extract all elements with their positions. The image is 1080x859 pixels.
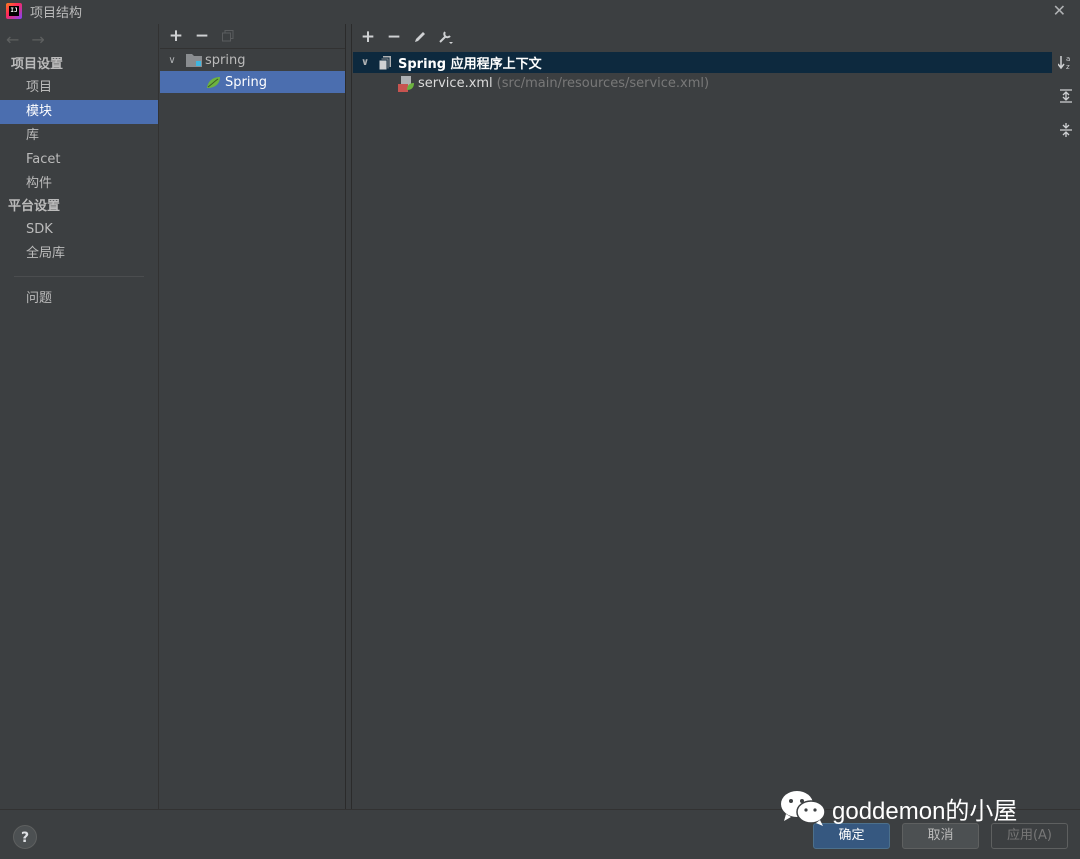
section-platform-settings: 平台设置: [8, 199, 61, 214]
splitter[interactable]: [347, 24, 352, 809]
module-folder-icon: [186, 53, 202, 67]
side-toolbar: az: [1056, 54, 1076, 142]
module-toolbar: + −: [160, 24, 345, 48]
collapse-all-icon[interactable]: [1058, 122, 1074, 142]
config-file-path: (src/main/resources/service.xml): [496, 76, 710, 91]
spring-xml-file-icon: [398, 75, 414, 92]
tree-node-spring-facet[interactable]: Spring: [160, 71, 345, 93]
svg-text:a: a: [1066, 55, 1070, 63]
facet-label: Spring: [225, 74, 267, 90]
sidebar-item-problems[interactable]: 问题: [0, 287, 158, 311]
title-bar: IJ 项目结构 ✕: [0, 0, 1080, 22]
sidebar-item-modules[interactable]: 模块: [0, 100, 158, 124]
sidebar-item-artifacts[interactable]: 构件: [0, 172, 158, 196]
context-title: Spring 应用程序上下文: [398, 57, 542, 72]
tree-node-spring-module[interactable]: ∨ spring: [160, 49, 345, 71]
forward-arrow-icon[interactable]: →: [31, 30, 44, 49]
edit-pencil-icon[interactable]: [412, 29, 428, 45]
intellij-app-icon: IJ: [6, 3, 22, 19]
copy-icon[interactable]: [220, 28, 236, 44]
watermark: goddemon的小屋: [780, 788, 1017, 828]
divider: [14, 276, 144, 277]
module-tree: ∨ spring Spring: [160, 48, 345, 93]
module-panel: + − ∨ spring Spring: [160, 24, 346, 809]
chevron-down-icon[interactable]: ∨: [359, 57, 371, 68]
sidebar-item-sdk[interactable]: SDK: [0, 218, 158, 242]
section-project-settings: 项目设置: [11, 57, 64, 72]
window-title: 项目结构: [30, 5, 83, 21]
add-icon[interactable]: +: [168, 26, 184, 46]
history-nav: ← →: [0, 24, 158, 54]
wrench-dropdown-icon[interactable]: [438, 29, 454, 45]
spring-leaf-icon: [206, 76, 221, 89]
expand-all-icon[interactable]: [1058, 88, 1074, 108]
svg-text:z: z: [1066, 63, 1070, 70]
settings-sidebar: ← → 项目设置 项目 模块 库 Facet 构件 平台设置 SDK 全局库 问…: [0, 24, 159, 809]
help-button[interactable]: ?: [13, 825, 37, 849]
remove-icon[interactable]: −: [194, 26, 210, 46]
chevron-down-icon[interactable]: ∨: [166, 55, 178, 66]
tree-node-config-file[interactable]: service.xml (src/main/resources/service.…: [353, 73, 1052, 94]
sidebar-item-global-libraries[interactable]: 全局库: [0, 242, 158, 266]
sidebar-item-libraries[interactable]: 库: [0, 124, 158, 148]
close-icon[interactable]: ✕: [1053, 1, 1066, 20]
watermark-text: goddemon的小屋: [832, 797, 1018, 825]
sort-alphabetically-icon[interactable]: az: [1057, 54, 1074, 74]
sidebar-item-project[interactable]: 项目: [0, 76, 158, 100]
wechat-logo-icon: [780, 789, 826, 827]
context-toolbar: + −: [353, 24, 1080, 50]
sidebar-item-facets[interactable]: Facet: [0, 148, 158, 172]
module-label: spring: [205, 52, 246, 68]
context-tree: ∨ Spring 应用程序上下文 service.xml (src/main/r…: [353, 52, 1052, 94]
remove-icon[interactable]: −: [386, 27, 402, 47]
config-file-name: service.xml: [418, 76, 493, 91]
back-arrow-icon[interactable]: ←: [6, 30, 19, 49]
add-icon[interactable]: +: [360, 27, 376, 47]
spring-facet-panel: + − ∨ Spring 应用程序上下文 service.xml (src/ma…: [353, 24, 1080, 809]
context-stack-icon: [379, 55, 393, 70]
tree-node-application-context[interactable]: ∨ Spring 应用程序上下文: [353, 52, 1052, 73]
